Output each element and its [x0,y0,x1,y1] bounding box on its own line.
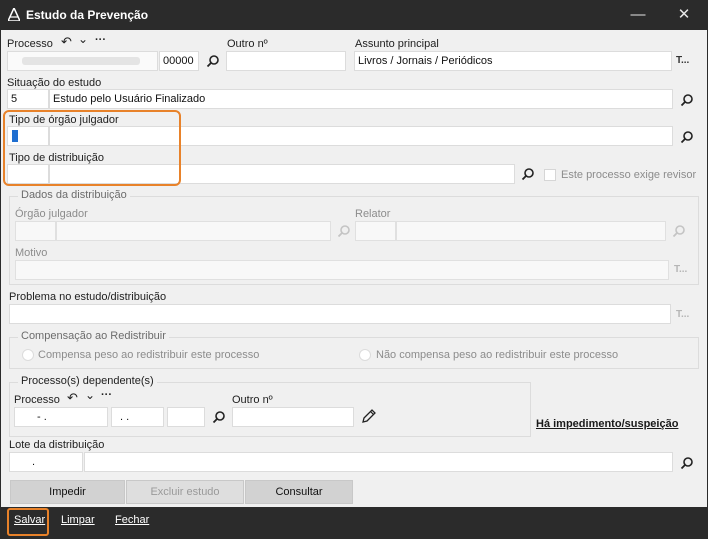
problema-field[interactable] [9,304,671,324]
processo-label: Processo [7,38,53,50]
search-icon [672,224,686,238]
motivo-field [15,260,669,280]
orgao-julgador-label: Órgão julgador [15,208,88,220]
search-icon[interactable] [680,456,694,470]
orgao-value-field [56,221,331,241]
excluir-estudo-button[interactable]: Excluir estudo [126,480,244,504]
motivo-label: Motivo [15,247,48,259]
dep-outro-label: Outro nº [232,394,273,406]
assunto-text-button[interactable]: T... [676,55,689,66]
outro-n-field[interactable] [226,51,346,71]
limpar-button[interactable]: Limpar [61,514,95,526]
dep-processo-label: Processo [14,394,60,406]
assunto-label: Assunto principal [355,38,439,50]
situacao-code-field[interactable]: 5 [7,89,49,109]
dados-distribuicao-caption: Dados da distribuição [18,189,130,201]
form-body: Processo ↶ ⌄ ··· 00000 Outro nº Assunto … [1,30,707,507]
chevron-down-icon[interactable]: ⌄ [78,32,88,46]
minimize-button[interactable]: — [624,4,652,26]
problema-text-button[interactable]: T... [676,309,689,320]
exige-revisor-label: Este processo exige revisor [561,169,697,181]
app-logo-icon [8,8,20,21]
compensa-label: Compensa peso ao redistribuir este proce… [38,349,260,361]
compensa-radio[interactable] [22,349,34,361]
lote-label: Lote da distribuição [9,439,105,451]
orgao-code-field [15,221,56,241]
problema-label: Problema no estudo/distribuição [9,291,167,303]
search-icon[interactable] [206,54,220,68]
undo-icon[interactable]: ↶ [61,34,72,50]
relator-value-field [396,221,666,241]
processo-number-field[interactable] [7,51,158,71]
redacted-value [22,57,140,65]
search-icon [337,224,351,238]
dep-processo-field-3[interactable] [167,407,205,427]
dep-processo-field-2[interactable]: . . [111,407,164,427]
relator-label: Relator [355,208,391,220]
bottom-bar: Salvar Limpar Fechar [0,507,708,539]
highlight-annotation [3,110,181,186]
window-title: Estudo da Prevenção [26,8,149,22]
dep-processo-field-1[interactable]: - . [14,407,108,427]
lote-field-2[interactable] [84,452,673,472]
dep-outro-field[interactable] [232,407,354,427]
lote-field-1[interactable]: . [9,452,83,472]
consultar-button[interactable]: Consultar [245,480,353,504]
situacao-label: Situação do estudo [7,77,102,89]
search-icon[interactable] [212,410,226,424]
dependentes-caption: Processo(s) dependente(s) [18,375,157,387]
processo-suffix-field[interactable]: 00000 [159,51,199,71]
exige-revisor-checkbox[interactable] [544,169,556,181]
nao-compensa-radio[interactable] [359,349,371,361]
motivo-text-button: T... [674,264,688,275]
impedimento-link[interactable]: Há impedimento/suspeição [536,418,678,430]
highlight-annotation [7,508,49,536]
search-icon[interactable] [680,130,694,144]
title-bar: Estudo da Prevenção — ✕ [0,0,708,30]
fechar-button[interactable]: Fechar [115,514,149,526]
search-icon[interactable] [680,93,694,107]
undo-icon[interactable]: ↶ [67,390,78,406]
pencil-icon[interactable] [361,408,377,424]
assunto-field[interactable]: Livros / Jornais / Periódicos [354,51,672,71]
nao-compensa-label: Não compensa peso ao redistribuir este p… [376,349,619,361]
outro-n-label: Outro nº [227,38,268,50]
compensacao-caption: Compensação ao Redistribuir [18,330,169,342]
situacao-value-field[interactable]: Estudo pelo Usuário Finalizado [49,89,673,109]
impedir-button[interactable]: Impedir [10,480,125,504]
close-button[interactable]: ✕ [670,4,698,26]
search-icon[interactable] [521,167,535,181]
chevron-down-icon[interactable]: ⌄ [85,388,95,402]
more-icon[interactable]: ··· [95,34,106,46]
more-icon[interactable]: ··· [101,389,112,401]
relator-code-field [355,221,396,241]
